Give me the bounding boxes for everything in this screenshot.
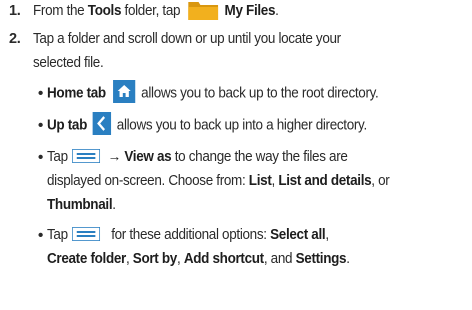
tools-label: Tools (87, 3, 122, 19)
step-2-number: 2. (9, 31, 21, 47)
options-line-2: Create folder, Sort by, Add shortcut, an… (47, 251, 350, 267)
bullet-dot: • (38, 227, 44, 244)
add-shortcut-label: Add shortcut (183, 251, 264, 267)
view-as-label: View as (124, 149, 172, 165)
thumbnail-label: Thumbnail (47, 197, 113, 213)
back-chevron-icon (92, 112, 112, 135)
list-label: List (248, 173, 272, 189)
home-tab-label: Home tab (47, 85, 106, 102)
home-icon (113, 80, 136, 103)
bullet-dot: • (38, 117, 44, 134)
menu-icon (71, 148, 102, 164)
up-tab-line: Up tab allows you to back up into a highe… (47, 112, 367, 137)
view-as-line-3: Thumbnail. (47, 197, 116, 213)
step-1-number: 1. (9, 3, 21, 19)
my-files-label: My Files (224, 3, 276, 19)
view-as-line-1: Tap → View as to change the way the files… (47, 148, 348, 165)
list-and-details-label: List and details (278, 173, 372, 189)
options-line-1: Tap for these additional options: Select… (47, 226, 329, 243)
step-2-line-1: Tap a folder and scroll down or up until… (33, 31, 341, 47)
bullet-dot: • (38, 149, 44, 166)
settings-label: Settings (295, 251, 347, 267)
bullet-dot: • (38, 85, 44, 102)
menu-icon (71, 226, 102, 242)
sort-by-label: Sort by (132, 251, 178, 267)
create-folder-label: Create folder (47, 251, 126, 267)
step-1-line: From the Tools folder, tap My Files. (33, 0, 279, 23)
step-2-line-2: selected file. (33, 55, 104, 71)
select-all-label: Select all (270, 227, 326, 243)
arrow-icon: → (107, 149, 121, 165)
home-tab-line: Home tab allows you to back up to the roo… (47, 80, 379, 105)
up-tab-label: Up tab (47, 117, 88, 134)
folder-icon (187, 0, 219, 21)
view-as-line-2: displayed on-screen. Choose from: List, … (47, 173, 390, 189)
instructions-page: 1. From the Tools folder, tap My Files. … (0, 0, 472, 310)
